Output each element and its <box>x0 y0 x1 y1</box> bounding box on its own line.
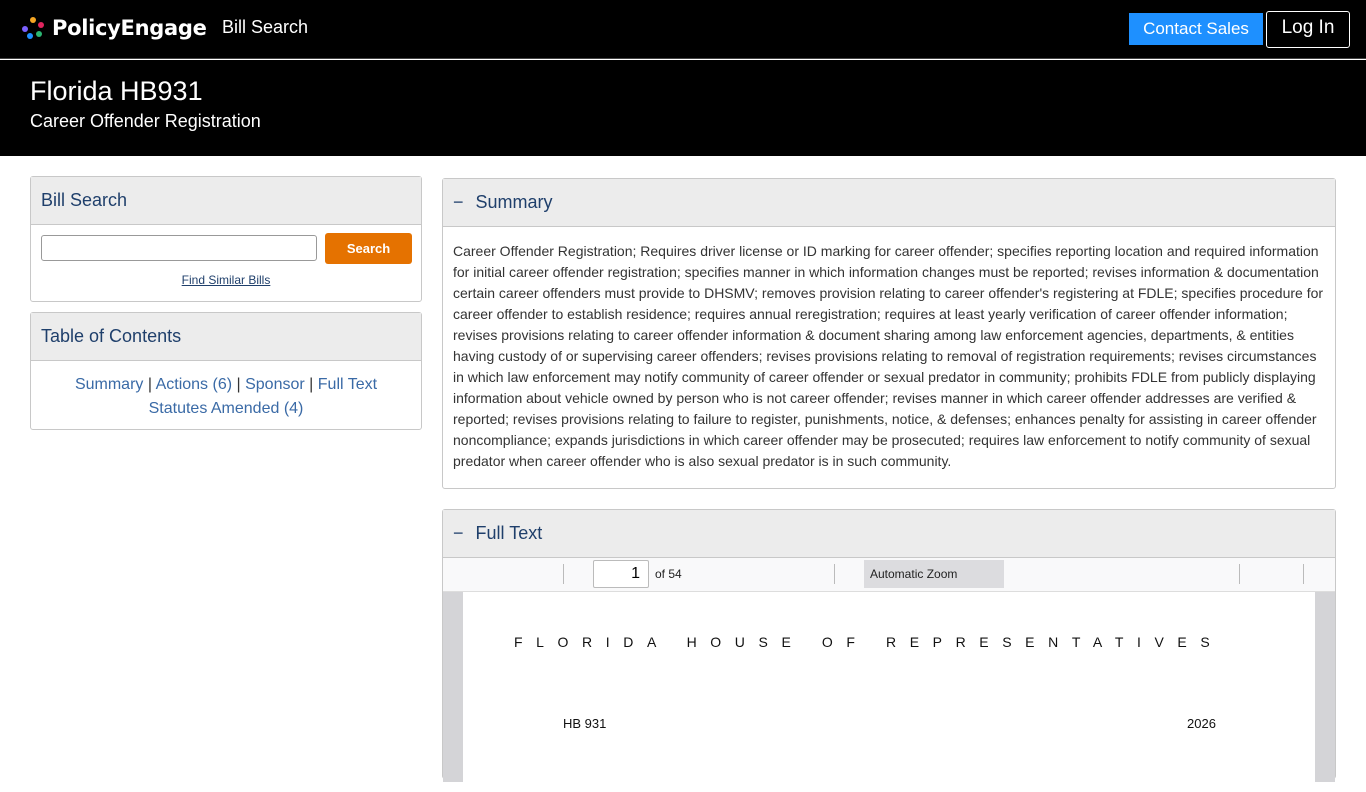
page-subtitle: Career Offender Registration <box>30 111 261 131</box>
summary-header[interactable]: − Summary <box>443 179 1335 227</box>
summary-panel: − Summary Career Offender Registration; … <box>442 178 1336 489</box>
table-of-contents-panel: Table of Contents Summary | Actions (6) … <box>30 312 422 430</box>
toc-link-sponsor[interactable]: Sponsor <box>245 376 305 393</box>
pdf-page: FLORIDA HOUSE OF REPRESENTATIVES HB 931 … <box>463 592 1315 792</box>
toolbar-separator <box>1303 564 1304 584</box>
page-number-input[interactable]: 1 <box>593 560 649 588</box>
collapse-minus-icon[interactable]: − <box>453 192 464 213</box>
contact-sales-button[interactable]: Contact Sales <box>1129 13 1263 45</box>
brand-name: PolicyEngage <box>52 16 207 40</box>
pdf-document-heading: FLORIDA HOUSE OF REPRESENTATIVES <box>514 634 1224 650</box>
toolbar-separator <box>1239 564 1240 584</box>
summary-text: Career Offender Registration; Requires d… <box>453 243 1324 469</box>
nav-bill-search-link[interactable]: Bill Search <box>222 17 308 38</box>
toc-link-actions[interactable]: Actions (6) <box>156 376 232 393</box>
bill-search-input[interactable] <box>41 235 317 261</box>
toc-separator: | <box>309 376 314 393</box>
pdf-bill-number: HB 931 <box>563 716 607 731</box>
toc-link-summary[interactable]: Summary <box>75 376 143 393</box>
full-text-heading: Full Text <box>475 523 543 543</box>
summary-heading: Summary <box>475 192 553 212</box>
brand-logo[interactable]: PolicyEngage <box>22 14 207 42</box>
pdf-year: 2026 <box>1187 716 1216 731</box>
find-similar-bills-link[interactable]: Find Similar Bills <box>31 273 421 287</box>
toc-link-full-text[interactable]: Full Text <box>318 376 377 393</box>
pdf-toolbar: 1 of 54 Automatic Zoom <box>443 558 1335 592</box>
toc-separator: | <box>147 376 153 393</box>
page-count: of 54 <box>655 567 682 581</box>
page-title: Florida HB931 <box>30 76 203 106</box>
toolbar-separator <box>834 564 835 584</box>
logo-icon <box>22 17 44 39</box>
collapse-minus-icon[interactable]: − <box>453 523 464 544</box>
pdf-viewer[interactable]: FLORIDA HOUSE OF REPRESENTATIVES HB 931 … <box>443 592 1335 792</box>
toolbar-separator <box>563 564 564 584</box>
page-header: Florida HB931 Career Offender Registrati… <box>0 60 1366 156</box>
toc-links: Summary | Actions (6) | Sponsor | Full T… <box>31 373 421 421</box>
log-in-button[interactable]: Log In <box>1266 11 1350 48</box>
full-text-header[interactable]: − Full Text <box>443 510 1335 558</box>
full-text-panel: − Full Text 1 of 54 Automatic Zoom FLORI… <box>442 509 1336 792</box>
toc-heading: Table of Contents <box>31 313 421 361</box>
bill-search-heading: Bill Search <box>31 177 421 225</box>
toc-link-statutes-amended[interactable]: Statutes Amended (4) <box>149 400 304 417</box>
toc-separator: | <box>236 376 241 393</box>
search-button[interactable]: Search <box>325 233 412 264</box>
bill-search-panel: Bill Search Search Find Similar Bills <box>30 176 422 302</box>
zoom-select[interactable]: Automatic Zoom <box>864 560 1004 588</box>
top-nav: PolicyEngage Bill Search Contact Sales L… <box>0 0 1366 59</box>
